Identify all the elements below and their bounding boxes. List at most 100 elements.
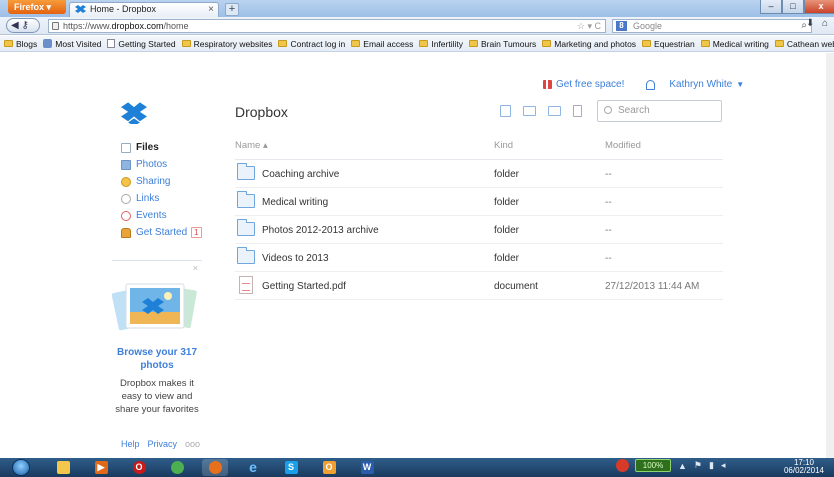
taskbar-media[interactable]: ▶ [88,459,114,476]
minimize-button[interactable]: – [760,0,782,14]
sidebar-item-files[interactable]: Files [121,139,202,156]
word-icon: W [360,461,374,474]
sidebar-item-get-started[interactable]: Get Started 1 [121,224,202,241]
column-name-header[interactable]: Name ▴ [235,140,268,151]
taskbar-skype[interactable]: S [278,459,304,476]
table-row[interactable]: Medical writing folder -- [235,188,723,216]
count-badge: 1 [191,227,202,238]
sidebar-item-sharing[interactable]: Sharing [121,173,202,190]
taskbar-outlook[interactable]: O [316,459,342,476]
firefox-menu-button[interactable]: Firefox ▾ [8,0,66,14]
upload-icon[interactable] [500,105,511,117]
taskbar-opera[interactable]: O [126,459,152,476]
close-window-button[interactable]: x [804,0,834,14]
antivirus-icon[interactable] [616,459,629,472]
chevron-down-icon[interactable]: ▼ [736,80,744,89]
file-modified: -- [605,197,612,208]
tab-close-icon[interactable]: × [208,3,214,16]
taskbar: ▶ O e S O W 100% ▲ ⚑ ▮ ◂ 17:10 06/02/201… [0,458,834,477]
home-icon[interactable]: ⌂ [822,18,828,29]
clock[interactable]: 17:10 06/02/2014 [780,459,828,475]
search-engine-box[interactable]: 8 Google ⌕ [612,19,812,33]
new-folder-icon[interactable] [523,106,536,116]
bookmark-item[interactable]: Marketing and photos [542,39,636,49]
shared-folder-icon[interactable] [548,106,561,116]
bookmark-item[interactable]: Medical writing [700,39,769,49]
taskbar-firefox[interactable] [202,459,228,476]
sidebar-item-photos[interactable]: Photos [121,156,202,173]
sidebar-item-links[interactable]: Links [121,190,202,207]
get-free-space-link[interactable]: Get free space! [556,79,624,90]
network-icon[interactable]: ▮ [709,460,714,471]
pdf-icon [239,276,253,294]
taskbar-word[interactable]: W [354,459,380,476]
link-icon [121,193,131,204]
help-link[interactable]: Help [121,439,140,449]
bookmark-item[interactable]: Equestrian [642,39,695,49]
taskbar-explorer[interactable] [50,459,76,476]
events-icon [121,210,131,221]
folder-icon [236,191,255,208]
dropbox-logo-icon[interactable] [121,102,147,124]
lock-icon [52,22,59,30]
file-kind: folder [494,197,520,208]
bookmark-item[interactable]: Infertility [419,39,463,49]
bookmark-item[interactable]: Getting Started [107,39,176,49]
trash-icon[interactable] [573,105,582,117]
bookmark-star-icon[interactable]: ☆ ▾ C [577,20,601,32]
file-name[interactable]: Photos 2012-2013 archive [262,225,379,236]
table-row[interactable]: Getting Started.pdf document 27/12/2013 11… [235,272,723,300]
title-bar: Firefox ▾ Home - Dropbox × + – □ x [0,0,834,17]
get-started-icon [121,227,131,238]
promo-title[interactable]: Browse your 317 photos [112,346,202,372]
page-title: Dropbox [235,104,288,120]
search-icon [604,106,612,114]
bookmark-item[interactable]: Blogs [4,39,37,49]
file-modified: -- [605,169,612,180]
bookmark-item[interactable]: Contract log in [278,39,345,49]
file-modified: 27/12/2013 11:44 AM [605,281,700,292]
volume-icon[interactable]: ◂ [721,460,726,471]
star-icon [43,39,53,48]
page-scrollbar[interactable] [826,53,834,458]
table-row[interactable]: Videos to 2013 folder -- [235,244,723,272]
user-menu[interactable]: Kathryn White [669,79,732,90]
column-modified-header[interactable]: Modified [605,140,641,151]
file-name[interactable]: Coaching archive [262,169,339,180]
privacy-link[interactable]: Privacy [148,439,178,449]
file-name[interactable]: Videos to 2013 [262,253,329,264]
browser-tab[interactable]: Home - Dropbox × [69,2,219,17]
folder-icon [278,40,288,47]
back-forward-button[interactable]: ◀ ⚷ [6,18,40,33]
table-row[interactable]: Photos 2012-2013 archive folder -- [235,216,723,244]
close-icon[interactable]: × [193,263,198,273]
file-name[interactable]: Getting Started.pdf [262,281,346,292]
flag-icon[interactable]: ⚑ [694,460,702,471]
battery-indicator[interactable]: 100% [635,459,671,472]
file-kind: folder [494,169,520,180]
search-input[interactable]: Search [597,100,722,122]
bookmark-item[interactable]: Respiratory websites [181,39,272,49]
google-icon: 8 [616,21,627,31]
folder-icon [351,40,361,47]
maximize-button[interactable]: □ [782,0,804,14]
sidebar: Files Photos Sharing Links Events Get Started… [121,139,202,241]
show-hidden-icons-icon[interactable]: ▲ [678,461,687,471]
sidebar-item-events[interactable]: Events [121,207,202,224]
start-button[interactable] [12,459,30,476]
navigation-bar: ◀ ⚷ https://www.dropbox.com/home ☆ ▾ C 8… [0,17,834,35]
more-options-icon[interactable]: ooo [185,439,200,449]
file-name[interactable]: Medical writing [262,197,328,208]
bookmark-item[interactable]: Cathean website [774,39,834,49]
taskbar-ie[interactable]: e [240,459,266,476]
bookmark-item[interactable]: Most Visited [43,39,101,49]
table-row[interactable]: Coaching archive folder -- [235,160,723,188]
bookmark-item[interactable]: Email access [351,39,413,49]
taskbar-chrome[interactable] [164,459,190,476]
url-bar[interactable]: https://www.dropbox.com/home ☆ ▾ C [48,19,606,33]
download-icon[interactable]: ⬇ [806,18,814,29]
bookmark-item[interactable]: Brain Tumours [469,39,536,49]
column-kind-header[interactable]: Kind [494,140,513,151]
new-tab-button[interactable]: + [225,3,239,16]
notifications-bell-icon[interactable] [646,79,656,90]
